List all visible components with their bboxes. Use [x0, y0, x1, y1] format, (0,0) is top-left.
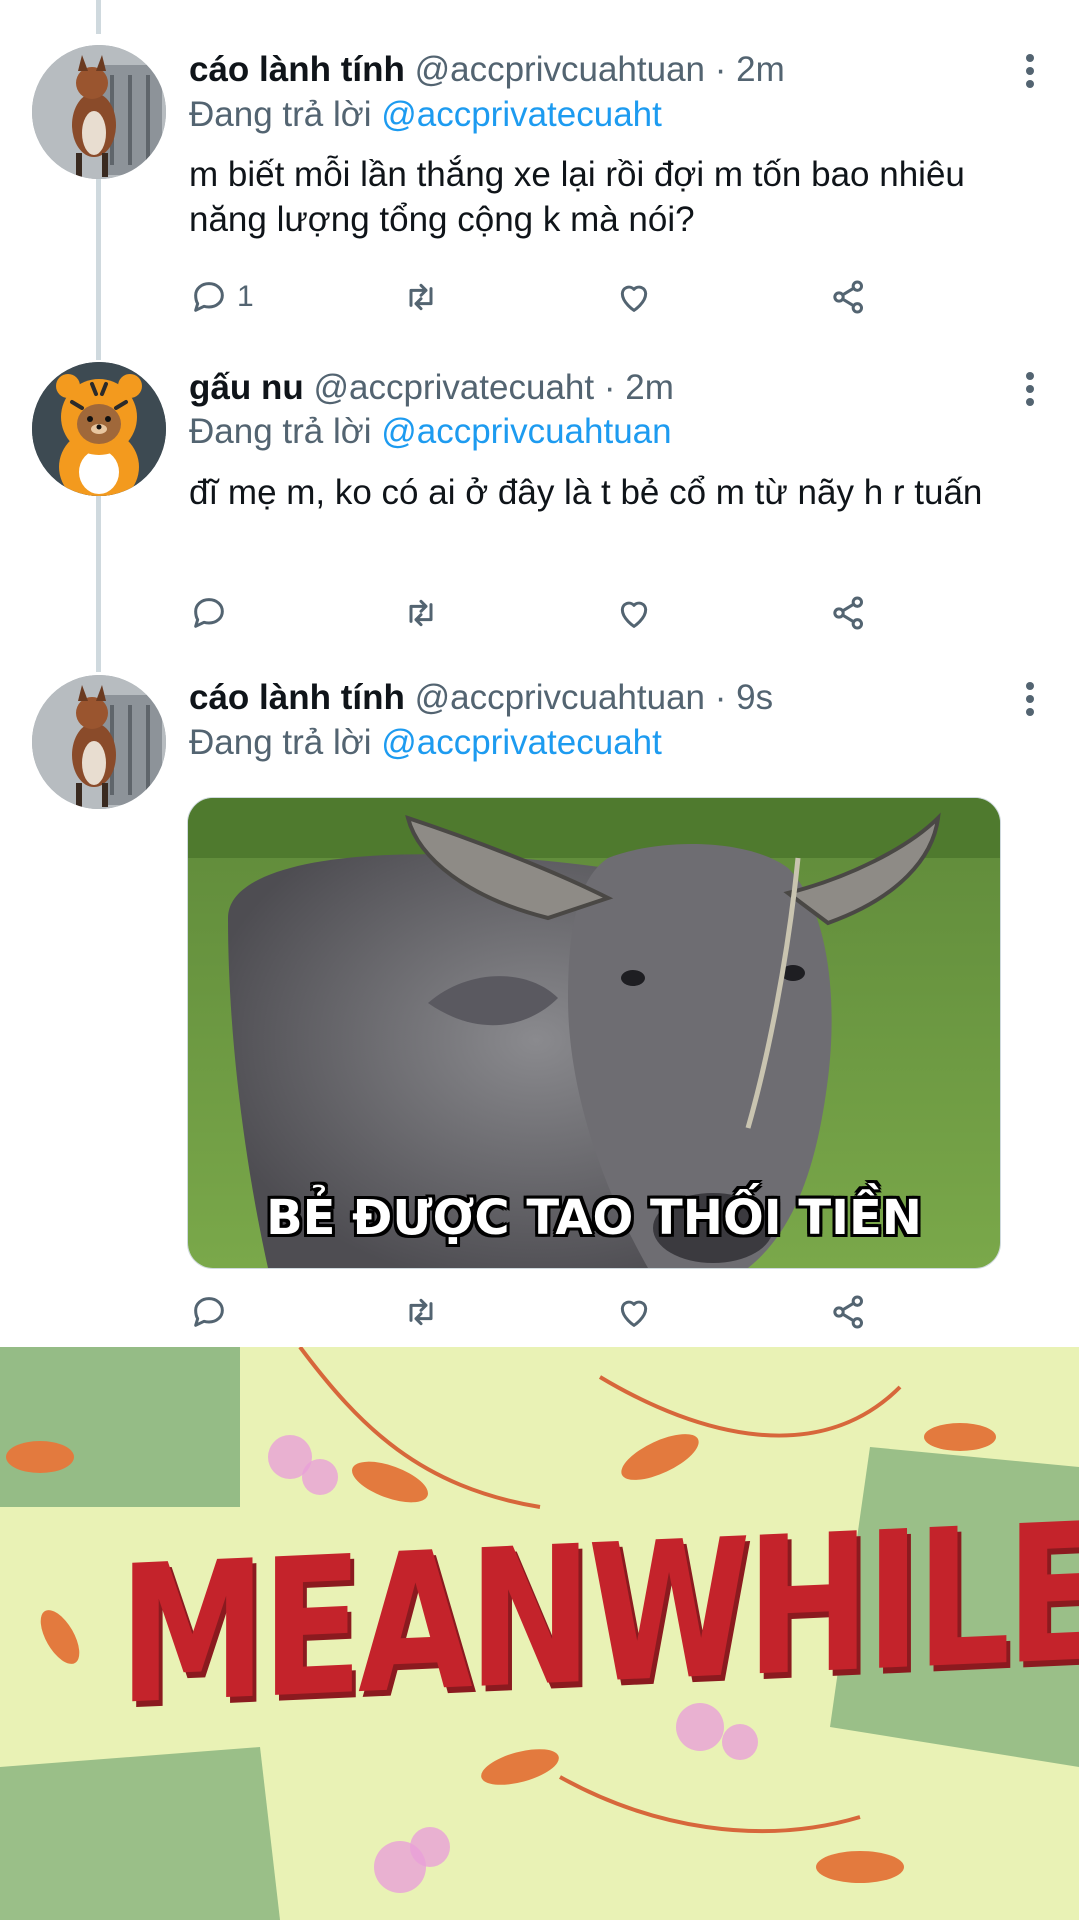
tweet-actions: [189, 588, 909, 638]
handle[interactable]: @accprivcuahtuan: [415, 50, 705, 89]
retweet-icon: [409, 283, 433, 311]
like-icon: [620, 285, 648, 312]
timestamp[interactable]: · 9s: [715, 678, 773, 717]
fox-avatar-image: [32, 45, 166, 179]
bear-avatar-image: [32, 362, 166, 496]
like-button[interactable]: [614, 272, 654, 322]
reply-mention-link[interactable]: @accprivatecuaht: [381, 723, 662, 762]
share-icon: [833, 596, 863, 630]
timestamp[interactable]: · 2m: [604, 368, 674, 407]
retweet-button[interactable]: [401, 272, 441, 322]
replying-to: Đang trả lời @accprivatecuaht: [189, 95, 662, 135]
like-button[interactable]: [614, 1287, 654, 1337]
reply-icon: [194, 598, 224, 628]
more-icon[interactable]: [1015, 50, 1045, 90]
display-name[interactable]: cáo lành tính: [189, 50, 405, 89]
share-button[interactable]: [829, 272, 869, 322]
tweet-header: gấu nu @accprivatecuaht · 2m: [189, 368, 674, 408]
retweet-icon: [409, 599, 433, 627]
meanwhile-card: MEANWHILE...: [0, 1347, 1079, 1920]
tweet[interactable]: cáo lành tính @accprivcuahtuan · 2m Đang…: [0, 0, 1079, 330]
meanwhile-title: MEANWHILE...: [118, 1474, 1079, 1747]
media-caption: BẺ ĐƯỢC TAO THỐI TIỀN: [266, 1190, 922, 1246]
tweet-header: cáo lành tính @accprivcuahtuan · 2m: [189, 50, 785, 90]
replying-to: Đang trả lời @accprivcuahtuan: [189, 412, 672, 452]
fox-avatar-image: [32, 675, 166, 809]
replying-to-label: Đang trả lời: [189, 95, 372, 134]
replying-to-label: Đang trả lời: [189, 723, 372, 762]
reply-button[interactable]: [189, 588, 237, 638]
avatar[interactable]: [32, 45, 166, 179]
like-icon: [620, 601, 648, 628]
reply-icon: [194, 1297, 224, 1327]
avatar[interactable]: [32, 362, 166, 496]
tweet-actions: [189, 1287, 909, 1337]
tweet[interactable]: gấu nu @accprivatecuaht · 2m Đang trả lờ…: [0, 330, 1079, 660]
tweet-text: đĩ mẹ m, ko có ai ở đây là t bẻ cổ m từ …: [189, 473, 983, 512]
more-icon[interactable]: [1015, 368, 1045, 408]
reply-button[interactable]: [189, 1287, 229, 1337]
reply-mention-link[interactable]: @accprivatecuaht: [381, 95, 662, 134]
display-name[interactable]: cáo lành tính: [189, 678, 405, 717]
avatar[interactable]: [32, 675, 166, 809]
handle[interactable]: @accprivatecuaht: [313, 368, 594, 407]
more-icon[interactable]: [1015, 678, 1045, 718]
tweet-header: cáo lành tính @accprivcuahtuan · 9s: [189, 678, 773, 718]
reply-mention-link[interactable]: @accprivcuahtuan: [381, 412, 671, 451]
display-name[interactable]: gấu nu: [189, 368, 304, 407]
tweet-text: m biết mỗi lần thắng xe lại rồi đợi m tố…: [189, 155, 965, 239]
share-icon: [833, 280, 863, 314]
like-icon: [620, 1300, 648, 1327]
share-button[interactable]: [829, 1287, 869, 1337]
share-icon: [833, 1295, 863, 1329]
like-button[interactable]: [614, 588, 654, 638]
share-button[interactable]: [829, 588, 869, 638]
handle[interactable]: @accprivcuahtuan: [415, 678, 705, 717]
retweet-button[interactable]: [401, 1287, 441, 1337]
tweet-media-image[interactable]: BẺ ĐƯỢC TAO THỐI TIỀN: [187, 797, 1001, 1269]
reply-button[interactable]: 1: [189, 272, 254, 322]
timestamp[interactable]: · 2m: [715, 50, 785, 89]
retweet-icon: [409, 1298, 433, 1326]
replying-to: Đang trả lời @accprivatecuaht: [189, 723, 662, 763]
reply-icon: [194, 282, 224, 312]
retweet-button[interactable]: [401, 588, 441, 638]
replying-to-label: Đang trả lời: [189, 412, 372, 451]
reply-count: 1: [237, 280, 254, 313]
tweet-actions: 1: [189, 272, 909, 322]
